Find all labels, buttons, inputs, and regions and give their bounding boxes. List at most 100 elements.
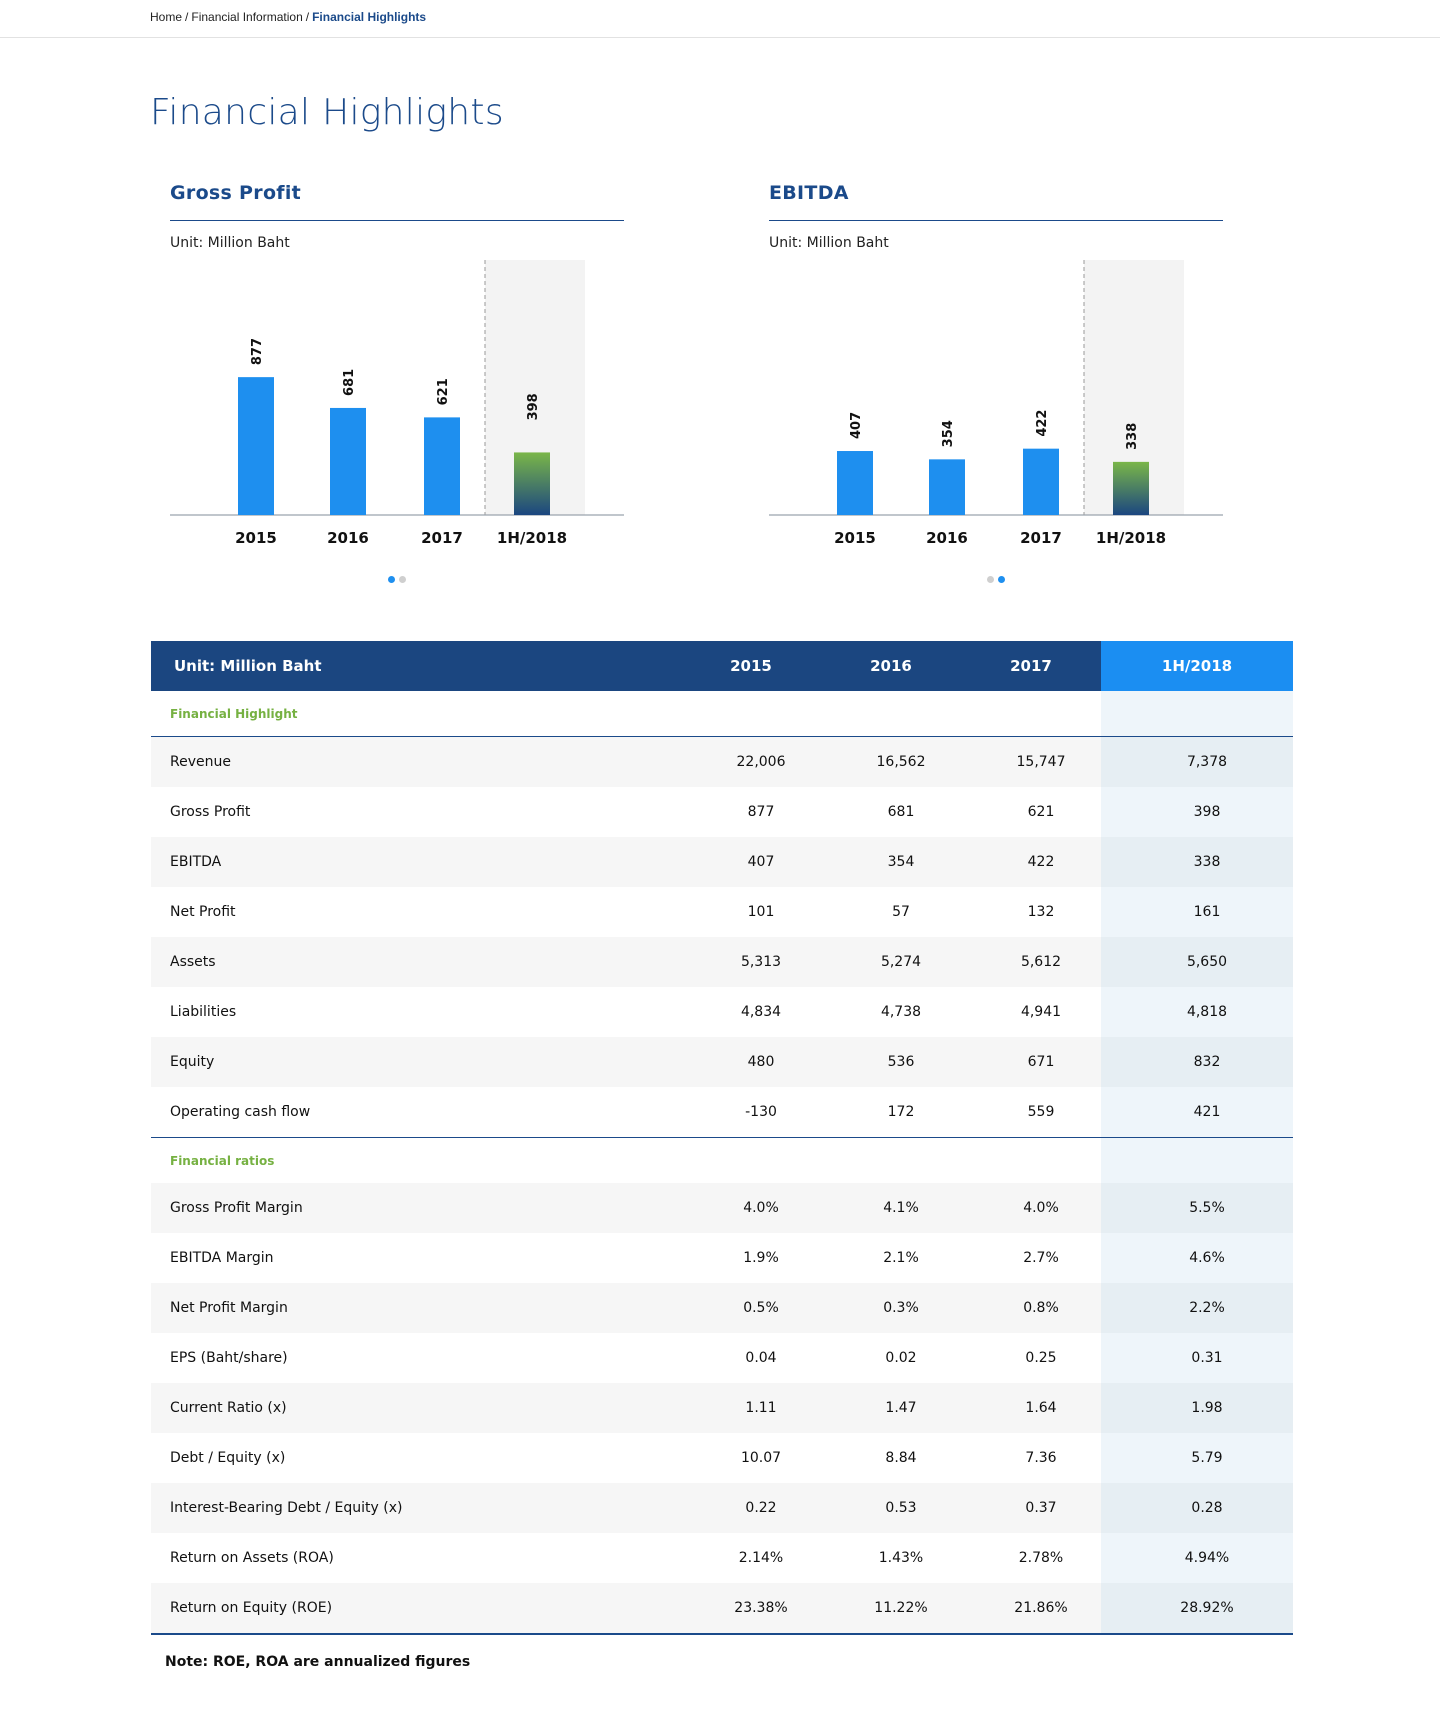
- table-cell: 172: [821, 1087, 961, 1138]
- breadcrumb-bar: Home / Financial Information / Financial Hig…: [0, 0, 1440, 38]
- table-cell: 57: [892, 904, 910, 920]
- table-cell: 4,941: [1020, 1004, 1062, 1020]
- chart-category-label: 2017: [1020, 529, 1062, 547]
- chart-bar: [238, 377, 274, 515]
- table-cell: 28.92%: [1101, 1583, 1293, 1635]
- table-cell: 681: [887, 804, 915, 820]
- table-cell: 7.36: [1025, 1450, 1057, 1466]
- table-cell: 877: [747, 804, 775, 820]
- section-spacer-cell: [961, 1137, 1101, 1183]
- table-cell: 2.14%: [738, 1550, 784, 1566]
- chart-data-label: 354: [941, 420, 956, 447]
- carousel-dots: [388, 576, 406, 583]
- chart-category-label: 2017: [421, 529, 463, 547]
- table-cell: 7,378: [1101, 736, 1293, 787]
- table-cell: 559: [961, 1087, 1101, 1138]
- table-cell: 422: [961, 837, 1101, 887]
- carousel-dot-2[interactable]: [998, 576, 1005, 583]
- row-label: Current Ratio (x): [151, 1383, 681, 1433]
- table-header-row: Unit: Million Baht 2015 2016 2017 1H/201…: [151, 641, 1293, 691]
- chart-bar: [1113, 461, 1149, 515]
- table-row: Assets 5,313 5,274 5,612 5,650: [151, 937, 1293, 987]
- chart-data-label: 398: [526, 393, 541, 420]
- table-row: Debt / Equity (x) 10.07 8.84 7.36 5.79: [151, 1433, 1293, 1483]
- table-cell: 671: [961, 1037, 1101, 1087]
- page-title: Financial Highlights: [150, 92, 504, 133]
- table-body: Financial Highlight Revenue 22,006 16,562 15…: [151, 691, 1293, 1635]
- table-cell: 0.8%: [961, 1283, 1101, 1333]
- table-row: Return on Equity (ROE) 23.38% 11.22% 21.86%…: [151, 1583, 1293, 1635]
- row-label: EPS (Baht/share): [170, 1350, 288, 1366]
- chart-data-label: 338: [1125, 423, 1140, 450]
- table-cell: 4.1%: [821, 1183, 961, 1233]
- table-row: Interest-Bearing Debt / Equity (x) 0.22 0.…: [151, 1483, 1293, 1533]
- table-cell: 398: [1101, 787, 1293, 837]
- table-cell: 21.86%: [961, 1583, 1101, 1635]
- carousel-dot-1[interactable]: [388, 576, 395, 583]
- section-spacer-cell: [1101, 1137, 1293, 1183]
- row-label: Assets: [151, 937, 681, 987]
- carousel-dot-1[interactable]: [987, 576, 994, 583]
- table-row: Net Profit 101 57 132 161: [151, 887, 1293, 937]
- row-label: EBITDA: [151, 837, 681, 887]
- table-row: EPS (Baht/share) 0.04 0.02 0.25 0.31: [151, 1333, 1293, 1383]
- chart-data-label: 422: [1035, 410, 1050, 437]
- row-label: Revenue: [151, 736, 681, 787]
- gross-profit-chart-panel: Gross Profit Unit: Million Baht 877 2015 6…: [170, 180, 640, 600]
- table-cell: 101: [747, 904, 775, 920]
- section-spacer-cell: [821, 691, 961, 737]
- table-cell: 2.2%: [1101, 1283, 1293, 1333]
- row-label: Interest-Bearing Debt / Equity (x): [151, 1483, 681, 1533]
- row-label: Operating cash flow: [151, 1087, 681, 1138]
- table-cell: 23.38%: [681, 1583, 821, 1635]
- row-label: Net Profit: [170, 904, 236, 920]
- table-cell: 4.0%: [681, 1183, 821, 1233]
- row-label: Liabilities: [170, 1004, 237, 1020]
- chart-bar: [929, 459, 965, 515]
- table-cell: 1.98: [1101, 1383, 1293, 1433]
- row-label: Equity: [151, 1037, 681, 1087]
- footnote: Note: ROE, ROA are annualized figures: [165, 1654, 471, 1670]
- section-spacer-cell: [681, 1137, 821, 1183]
- row-label: Return on Equity (ROE): [151, 1583, 681, 1635]
- table-cell: 2.1%: [883, 1250, 919, 1266]
- chart-category-label: 1H/2018: [497, 529, 567, 547]
- table-cell: 0.22: [681, 1483, 821, 1533]
- row-label: Gross Profit Margin: [151, 1183, 681, 1233]
- row-label: Debt / Equity (x): [170, 1450, 286, 1466]
- table-cell: 4.6%: [1101, 1233, 1293, 1283]
- table-row: Liabilities 4,834 4,738 4,941 4,818: [151, 987, 1293, 1037]
- chart-category-label: 2016: [327, 529, 369, 547]
- table-header-cell-highlight: 1H/2018: [1101, 641, 1293, 691]
- breadcrumb-financial-information-link[interactable]: Financial Information: [191, 10, 302, 24]
- table-cell: -130: [681, 1087, 821, 1138]
- table-row: Equity 480 536 671 832: [151, 1037, 1293, 1087]
- table-cell: 16,562: [821, 736, 961, 787]
- table-cell: 1.9%: [743, 1250, 779, 1266]
- table-cell: 5.79: [1101, 1433, 1293, 1483]
- table-cell: 1.64: [961, 1383, 1101, 1433]
- ebitda-bar-chart: 407 2015 354 2016 422 2017 338 1H/2018: [769, 260, 1223, 547]
- chart-category-label: 1H/2018: [1096, 529, 1166, 547]
- section-spacer-cell: [681, 691, 821, 737]
- table-row: Return on Assets (ROA) 2.14% 1.43% 2.78% 4.9…: [151, 1533, 1293, 1583]
- table-row: Revenue 22,006 16,562 15,747 7,378: [151, 736, 1293, 787]
- table-cell: 0.31: [1101, 1333, 1293, 1383]
- row-label: Gross Profit: [170, 804, 251, 820]
- section-spacer-cell: [821, 1137, 961, 1183]
- table-cell: 0.28: [1101, 1483, 1293, 1533]
- table-cell: 161: [1101, 887, 1293, 937]
- table-cell: 0.5%: [681, 1283, 821, 1333]
- table-cell: 338: [1101, 837, 1293, 887]
- table-row: Gross Profit 877 681 621 398: [151, 787, 1293, 837]
- table-cell: 5,612: [961, 937, 1101, 987]
- breadcrumb-home-link[interactable]: Home: [150, 10, 182, 24]
- table-cell: 4,738: [880, 1004, 922, 1020]
- chart-category-label: 2015: [235, 529, 277, 547]
- table-header-cell: 2015: [681, 641, 821, 691]
- section-title: Financial ratios: [151, 1137, 681, 1183]
- table-cell: 5,274: [821, 937, 961, 987]
- table-row: Operating cash flow -130 172 559 421: [151, 1087, 1293, 1138]
- table-cell: 15,747: [961, 736, 1101, 787]
- carousel-dot-2[interactable]: [399, 576, 406, 583]
